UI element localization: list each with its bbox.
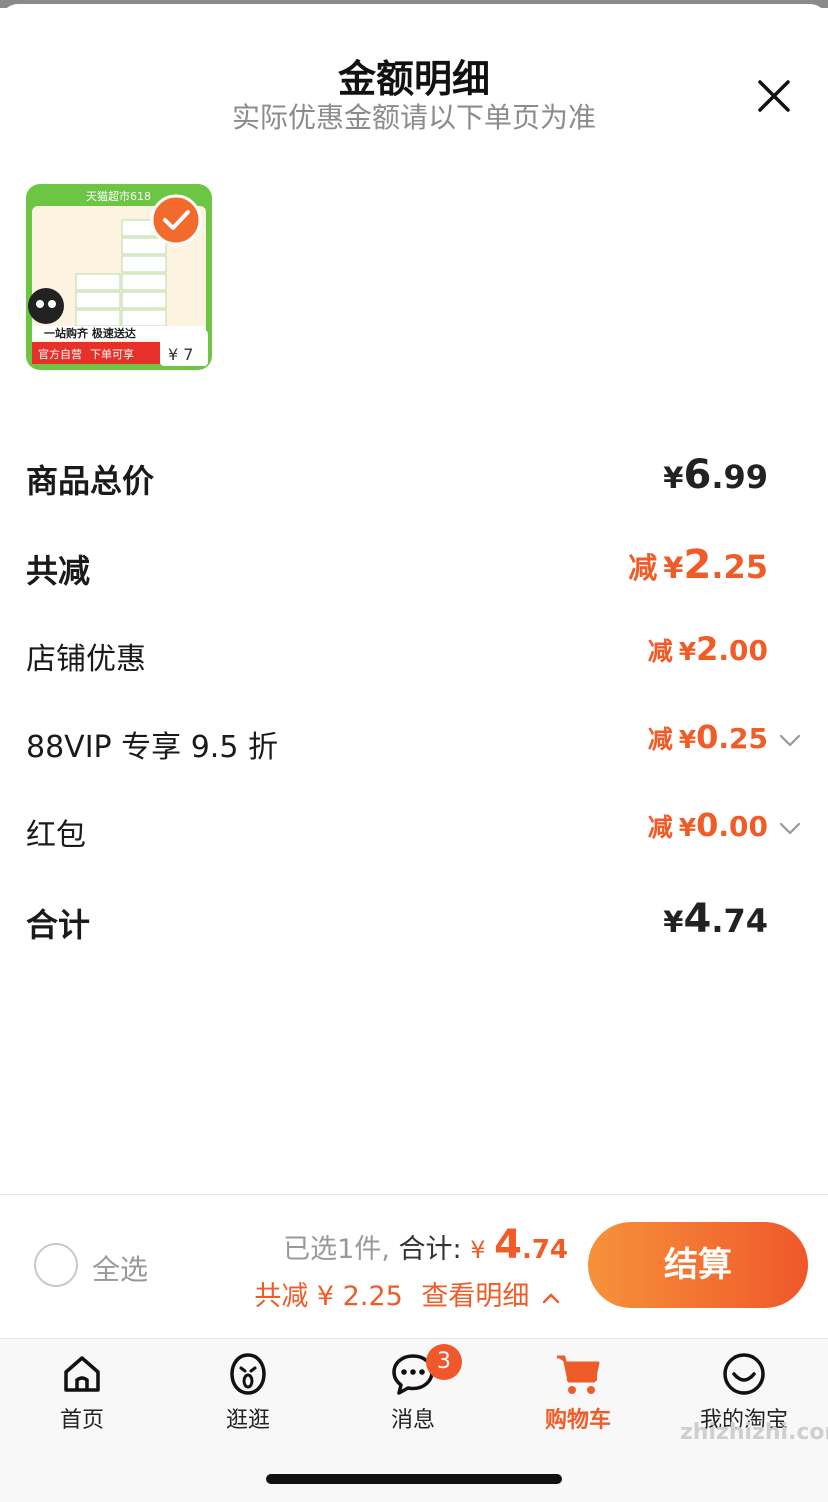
tab-browse-label: 逛逛 bbox=[225, 1408, 270, 1433]
price-row-label: 商品总价 bbox=[26, 462, 155, 500]
product-tag-self: 官方自营 bbox=[38, 347, 82, 361]
price-row: 商品总价 ¥6.99 bbox=[26, 446, 802, 506]
product-tag-order: 下单可享 bbox=[90, 347, 134, 361]
tab-home[interactable]: 首页 bbox=[17, 1346, 147, 1436]
price-row-value: 减 ¥2.25 bbox=[628, 542, 768, 588]
price-row: 共减 减 ¥2.25 bbox=[26, 536, 802, 596]
yen-sign: ¥ bbox=[678, 813, 697, 842]
price-row-value: ¥6.99 bbox=[663, 452, 768, 498]
product-price-hint: ¥ 7 bbox=[168, 345, 193, 364]
amount-decimal: .99 bbox=[711, 458, 768, 496]
amount-integer: 0 bbox=[696, 718, 719, 756]
selected-count: 已选1件, bbox=[283, 1234, 390, 1265]
tab-cart[interactable]: 购物车 bbox=[513, 1346, 643, 1436]
price-row-value: 减 ¥0.00 bbox=[648, 806, 768, 844]
price-row-label: 店铺优惠 bbox=[26, 642, 146, 677]
selected-summary: 已选1件, 合计: ¥ 4.74 bbox=[283, 1222, 568, 1268]
yen-sign: ¥ bbox=[663, 551, 684, 585]
amount-integer: 2 bbox=[696, 630, 719, 668]
price-row: 合计 ¥4.74 bbox=[26, 890, 802, 950]
amount-decimal: .25 bbox=[711, 548, 768, 586]
total-yen: ¥ bbox=[470, 1236, 486, 1264]
price-row-label: 红包 bbox=[26, 818, 86, 853]
discount-prefix: 减 bbox=[647, 637, 673, 666]
amount-integer: 4 bbox=[683, 896, 712, 942]
select-all-label[interactable]: 全选 bbox=[92, 1248, 148, 1288]
sheet-subtitle: 实际优惠金额请以下单页为准 bbox=[231, 101, 596, 134]
yen-sign: ¥ bbox=[678, 725, 697, 754]
price-row-label: 共减 bbox=[26, 552, 91, 590]
total-int: 4 bbox=[494, 1222, 522, 1268]
home-icon bbox=[64, 1356, 100, 1392]
product-thumbnail[interactable]: 天猫超市618 一站购齐 极速送达 官方自营 下单可享 ¥ 7 bbox=[26, 184, 212, 370]
price-row[interactable]: 88VIP 专享 9.5 折 减 ¥0.25 bbox=[26, 712, 802, 772]
discount-text: 共减 ¥ 2.25 bbox=[254, 1281, 403, 1312]
message-badge: 3 bbox=[426, 1344, 462, 1380]
yen-sign: ¥ bbox=[663, 905, 684, 939]
discount-prefix: 减 bbox=[647, 725, 673, 754]
browse-face-icon bbox=[230, 1353, 266, 1395]
amount-decimal: .00 bbox=[718, 810, 768, 843]
amount-integer: 6 bbox=[683, 452, 712, 498]
chevron-down-icon[interactable] bbox=[778, 728, 802, 752]
price-row-value: ¥4.74 bbox=[663, 896, 768, 942]
yen-sign: ¥ bbox=[663, 461, 684, 495]
close-icon[interactable] bbox=[752, 74, 796, 118]
tab-home-label: 首页 bbox=[59, 1408, 104, 1433]
amount-decimal: .74 bbox=[711, 902, 768, 940]
product-banner-text: 天猫超市618 bbox=[86, 189, 151, 203]
checkout-button[interactable]: 结算 bbox=[588, 1222, 808, 1308]
view-details-link[interactable]: 查看明细 bbox=[421, 1281, 529, 1312]
product-promo-text: 一站购齐 极速送达 bbox=[44, 326, 136, 340]
total-label: 合计: bbox=[398, 1234, 462, 1265]
chevron-up-icon[interactable] bbox=[542, 1291, 560, 1305]
select-all-radio[interactable] bbox=[34, 1243, 78, 1287]
sheet-title: 金额明细 bbox=[337, 57, 490, 101]
cart-icon bbox=[557, 1355, 600, 1394]
total-dec: .74 bbox=[521, 1235, 568, 1265]
smile-face-icon bbox=[723, 1353, 765, 1395]
price-row-label: 合计 bbox=[26, 906, 91, 944]
watermark: zhizhizhi.com bbox=[680, 1420, 828, 1445]
tab-cart-label: 购物车 bbox=[544, 1408, 611, 1433]
price-row[interactable]: 红包 减 ¥0.00 bbox=[26, 800, 802, 860]
tab-browse[interactable]: 逛逛 bbox=[183, 1346, 313, 1436]
tab-messages-label: 消息 bbox=[390, 1408, 435, 1433]
price-row-label: 88VIP 专享 9.5 折 bbox=[26, 730, 278, 765]
amount-integer: 2 bbox=[683, 542, 712, 588]
amount-integer: 0 bbox=[696, 806, 719, 844]
amount-decimal: .00 bbox=[718, 634, 768, 667]
discount-prefix: 减 bbox=[628, 551, 658, 585]
yen-sign: ¥ bbox=[678, 637, 697, 666]
price-row-value: 减 ¥2.00 bbox=[648, 630, 768, 668]
discount-prefix: 减 bbox=[647, 813, 673, 842]
price-row-value: 减 ¥0.25 bbox=[648, 718, 768, 756]
amount-decimal: .25 bbox=[718, 722, 768, 755]
home-indicator[interactable] bbox=[266, 1474, 562, 1484]
price-row: 店铺优惠 减 ¥2.00 bbox=[26, 624, 802, 684]
chevron-down-icon[interactable] bbox=[778, 816, 802, 840]
discount-summary[interactable]: 共减 ¥ 2.25 查看明细 bbox=[254, 1274, 560, 1313]
